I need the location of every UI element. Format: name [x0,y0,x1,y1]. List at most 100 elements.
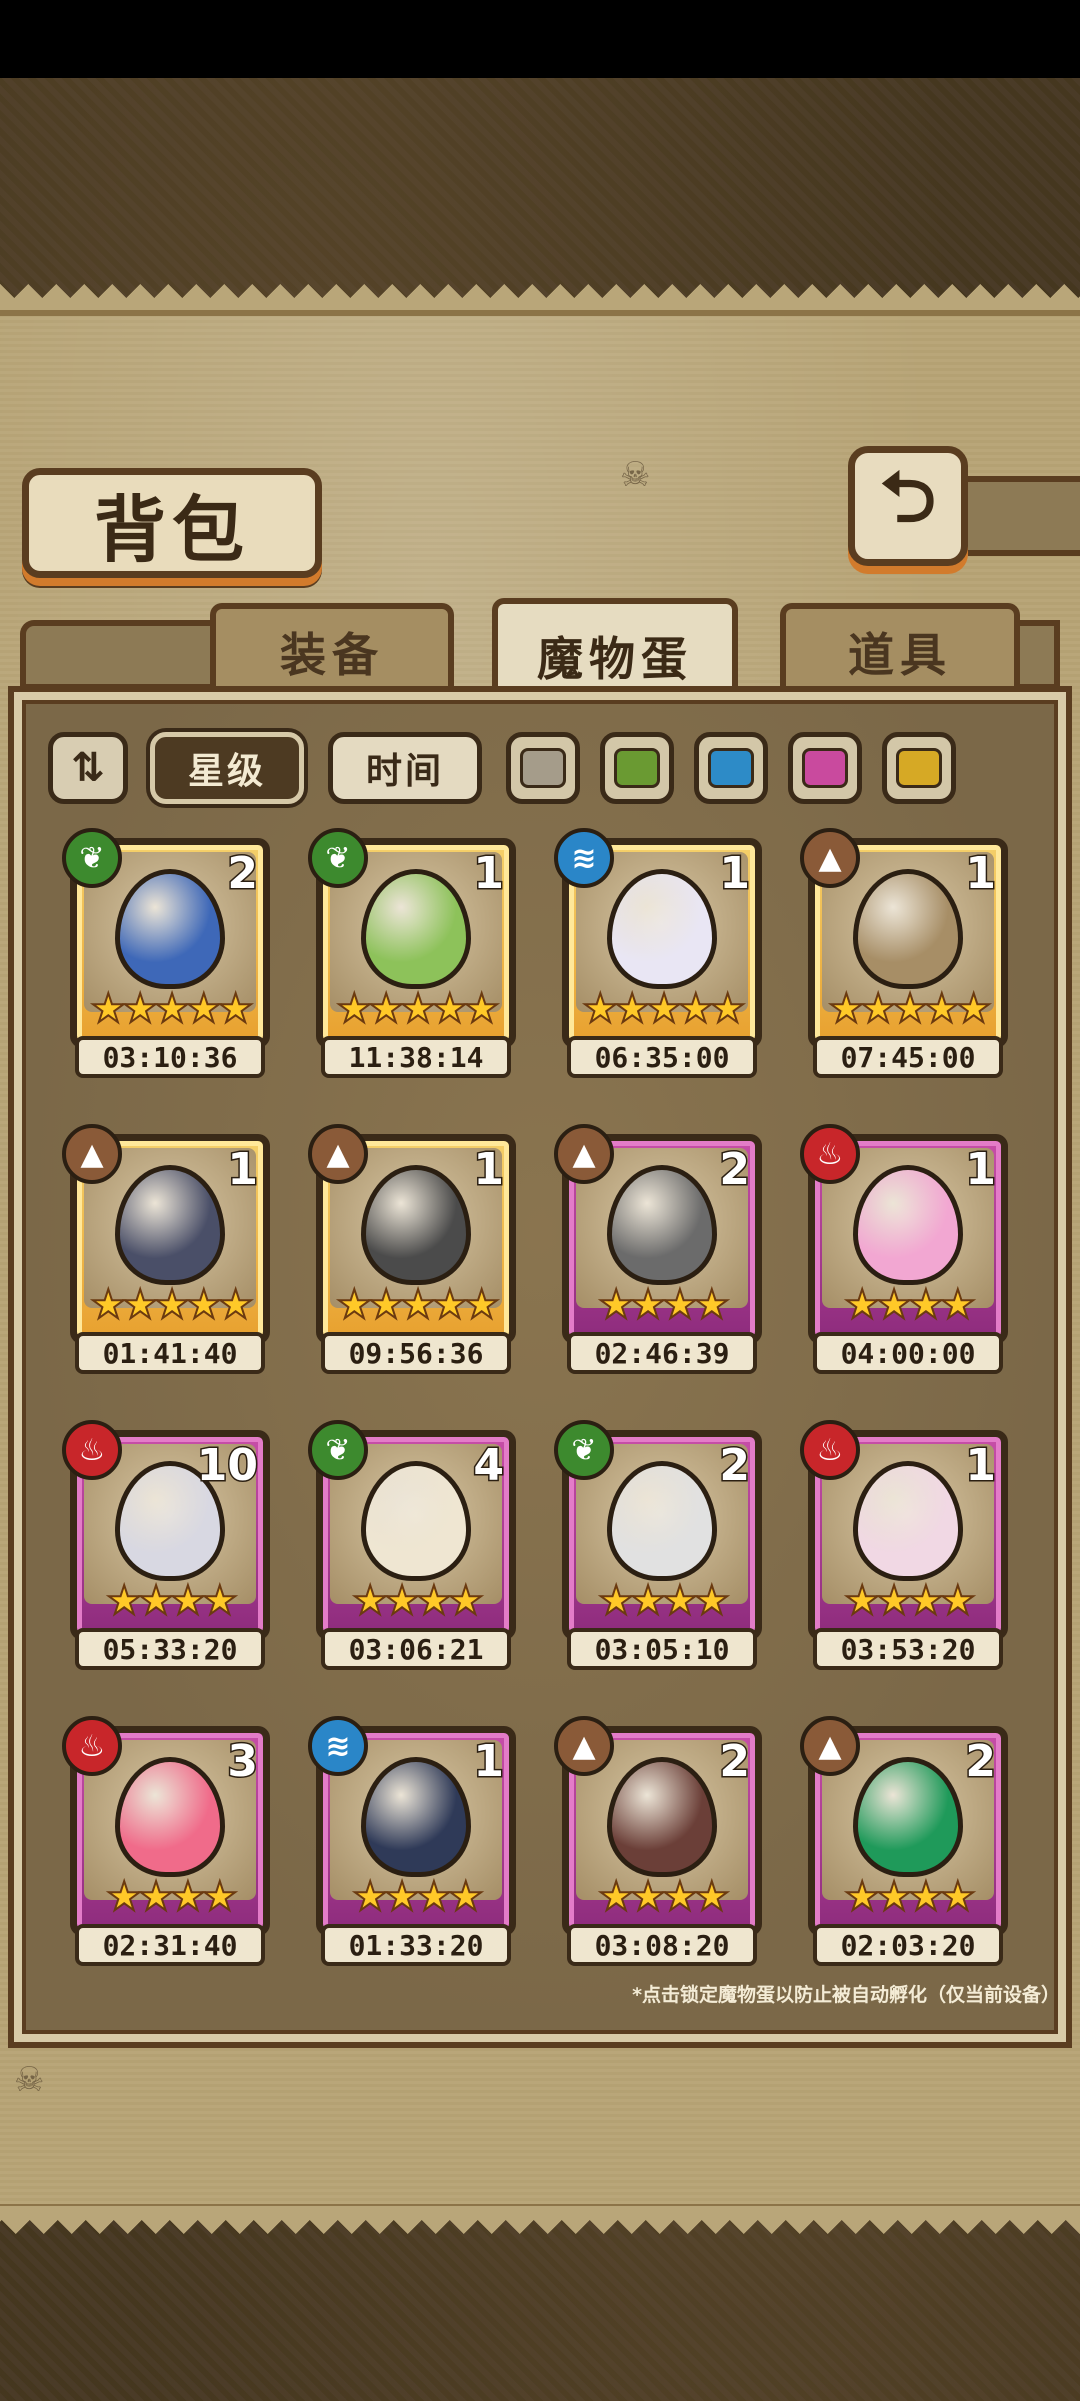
egg-card[interactable]: ▲ 1 ★★★★★ [62,1124,270,1344]
egg-count: 1 [226,1143,260,1197]
egg-star-rating: ★★★★ [105,1873,238,1921]
back-arrow-icon: ⮌ [879,455,937,538]
monster-egg-icon [115,1164,225,1285]
egg-star-rating: ★★★★ [843,1577,976,1625]
parchment-edge-top [0,284,1080,312]
filter-color-green[interactable] [600,732,674,804]
egg-card[interactable]: ❦ 2 ★★★★★ [62,828,270,1048]
monster-egg-icon [361,1460,471,1581]
sort-toggle-icon: ⇅ [71,745,105,791]
hatch-timer: 04:00:00 [813,1332,1003,1374]
egg-star-rating: ★★★★ [351,1577,484,1625]
element-earth-icon: ▲ [62,1124,122,1184]
hatch-timer: 03:05:10 [567,1628,757,1670]
page-title-plate: 背包 [22,468,322,578]
element-grass-icon: ❦ [62,828,122,888]
element-earth-icon: ▲ [308,1124,368,1184]
monster-egg-icon [853,1460,963,1581]
hatch-timer: 11:38:14 [321,1036,511,1078]
monster-egg-icon [607,1164,717,1285]
element-earth-icon: ▲ [800,828,860,888]
sort-by-star-button[interactable]: 星级 [150,732,304,804]
element-fire-icon: ♨ [800,1420,860,1480]
tab-rail-left [20,620,210,690]
monster-egg-icon [361,1756,471,1877]
sort-by-time-label: 时间 [365,751,444,792]
element-fire-icon: ♨ [800,1124,860,1184]
sort-order-button[interactable]: ⇅ [48,732,128,804]
filter-color-gold[interactable] [882,732,956,804]
hatch-timer: 02:03:20 [813,1924,1003,1966]
monster-egg-icon [853,1164,963,1285]
tab-equipment[interactable]: 装备 [210,603,454,695]
egg-star-rating: ★★★★ [597,1577,730,1625]
hatch-timer: 03:53:20 [813,1628,1003,1670]
hatch-timer: 05:33:20 [75,1628,265,1670]
egg-count: 2 [226,847,260,901]
hatch-timer: 03:08:20 [567,1924,757,1966]
tab-monster-eggs-label: 魔物蛋 [537,632,693,686]
egg-card[interactable]: ❦ 1 ★★★★★ [308,828,516,1048]
egg-count: 1 [964,1439,998,1493]
monster-egg-icon [361,1164,471,1285]
element-water-icon: ≋ [554,828,614,888]
egg-card[interactable]: ♨ 10 ★★★★ [62,1420,270,1640]
filter-color-purple[interactable] [788,732,862,804]
egg-card[interactable]: ❦ 2 ★★★★ [554,1420,762,1640]
monster-egg-icon [115,1756,225,1877]
egg-count: 4 [472,1439,506,1493]
egg-card[interactable]: ▲ 2 ★★★★ [554,1716,762,1936]
egg-count: 2 [718,1143,752,1197]
egg-count: 2 [718,1735,752,1789]
filter-color-blue[interactable] [694,732,768,804]
egg-count: 10 [195,1439,259,1493]
monster-egg-icon [853,868,963,989]
hatch-timer: 01:41:40 [75,1332,265,1374]
monster-egg-icon [115,868,225,989]
monster-egg-icon [607,1460,717,1581]
tab-equipment-label: 装备 [280,628,384,682]
element-water-icon: ≋ [308,1716,368,1776]
egg-count: 1 [472,847,506,901]
egg-card[interactable]: ♨ 3 ★★★★ [62,1716,270,1936]
egg-star-rating: ★★★★★ [335,985,500,1033]
egg-count: 2 [718,1439,752,1493]
egg-card[interactable]: ≋ 1 ★★★★★ [554,828,762,1048]
hatch-timer: 02:31:40 [75,1924,265,1966]
egg-card[interactable]: ♨ 1 ★★★★ [800,1420,1008,1640]
egg-star-rating: ★★★★★ [581,985,746,1033]
back-button[interactable]: ⮌ [848,446,968,566]
egg-card[interactable]: ▲ 1 ★★★★★ [800,828,1008,1048]
egg-card[interactable]: ❦ 4 ★★★★ [308,1420,516,1640]
egg-card[interactable]: ▲ 2 ★★★★ [800,1716,1008,1936]
egg-star-rating: ★★★★★ [89,1281,254,1329]
hatch-timer: 09:56:36 [321,1332,511,1374]
tab-rail-right [1020,620,1060,690]
egg-count: 2 [964,1735,998,1789]
element-fire-icon: ♨ [62,1716,122,1776]
monster-egg-icon [853,1756,963,1877]
status-bar [0,0,1080,78]
sort-by-time-button[interactable]: 时间 [328,732,482,804]
color-swatch [802,748,848,788]
egg-star-rating: ★★★★ [597,1281,730,1329]
egg-star-rating: ★★★★ [843,1281,976,1329]
egg-star-rating: ★★★★ [351,1873,484,1921]
element-earth-icon: ▲ [554,1124,614,1184]
lock-hint-note: *点击锁定魔物蛋以防止被自动孵化（仅当前设备） [632,1984,1060,2006]
egg-star-rating: ★★★★ [597,1873,730,1921]
filter-color-gray[interactable] [506,732,580,804]
color-swatch [520,748,566,788]
hatch-timer: 03:10:36 [75,1036,265,1078]
tab-items[interactable]: 道具 [780,603,1020,695]
egg-card[interactable]: ▲ 1 ★★★★★ [308,1124,516,1344]
egg-star-rating: ★★★★★ [89,985,254,1033]
page-title: 背包 [93,486,250,572]
color-swatch [708,748,754,788]
egg-card[interactable]: ≋ 1 ★★★★ [308,1716,516,1936]
skull-crossbones-icon: ☠ [14,2060,45,2100]
hatch-timer: 01:33:20 [321,1924,511,1966]
element-grass-icon: ❦ [308,828,368,888]
egg-card[interactable]: ▲ 2 ★★★★ [554,1124,762,1344]
egg-card[interactable]: ♨ 1 ★★★★ [800,1124,1008,1344]
